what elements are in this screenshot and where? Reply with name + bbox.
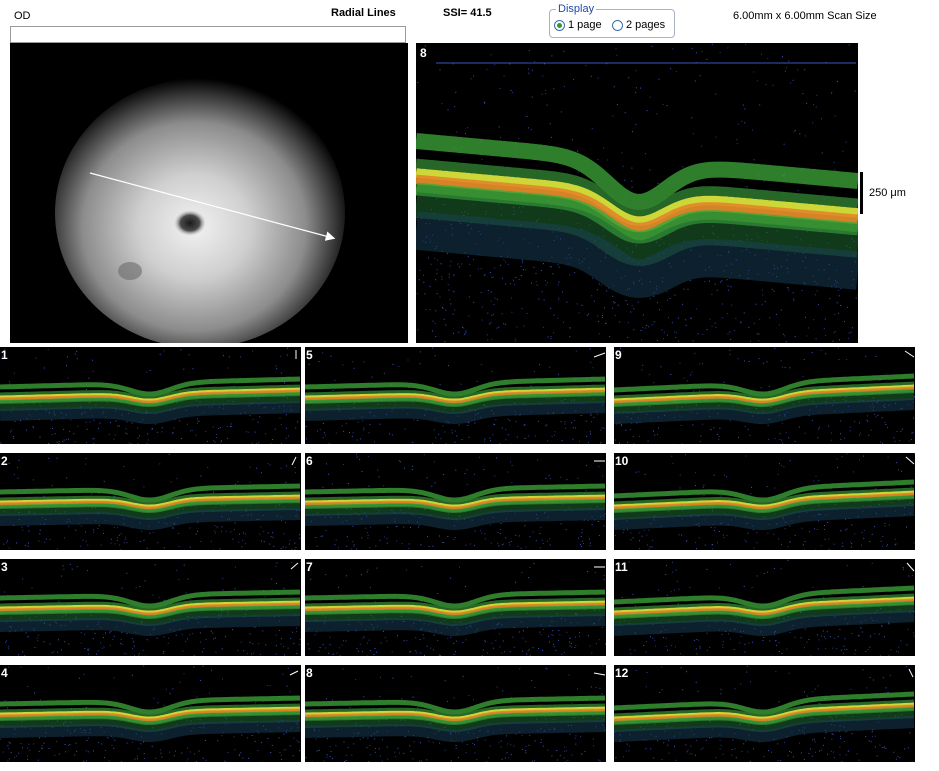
radio-two-pages-label: 2 pages	[626, 19, 666, 31]
signal-strength-label: SSI= 41.5	[443, 7, 492, 19]
main-bscan-label: 8	[420, 46, 427, 60]
thumbnail-label: 1	[1, 348, 8, 362]
bscan-thumbnail[interactable]: 3	[0, 559, 301, 656]
direction-arrow-icon	[905, 456, 915, 465]
scan-type-label: Radial Lines	[331, 7, 396, 19]
thumbnail-label: 12	[615, 666, 629, 680]
radio-selected-icon	[554, 19, 565, 31]
scan-size-label: 6.00mm x 6.00mm Scan Size	[733, 10, 877, 22]
direction-arrow-icon	[593, 352, 606, 358]
bscan-thumbnail[interactable]: 6	[305, 453, 606, 550]
thumbnail-label: 10	[615, 454, 629, 468]
radio-one-page[interactable]: 1 page	[554, 19, 602, 31]
direction-arrow-icon	[906, 562, 915, 572]
scale-bar	[860, 172, 863, 214]
bscan-thumbnail[interactable]: 4	[0, 665, 301, 762]
main-bscan-image[interactable]: 8	[414, 43, 860, 344]
thumbnail-label: 6	[306, 454, 313, 468]
direction-arrow-icon	[290, 562, 299, 570]
thumbnail-label: 4	[1, 666, 8, 680]
bscan-thumbnail[interactable]: 1	[0, 347, 301, 444]
direction-arrow-icon	[289, 670, 299, 676]
thumbnail-label: 11	[615, 560, 628, 574]
fundus-title-bar	[10, 26, 406, 43]
direction-arrow-icon	[908, 668, 914, 678]
thumbnail-label: 8	[306, 666, 313, 680]
fundus-image[interactable]	[10, 43, 408, 348]
thumbnail-label: 2	[1, 454, 8, 468]
thumbnail-label: 7	[306, 560, 313, 574]
bscan-thumbnail[interactable]: 11	[614, 559, 915, 656]
direction-arrow-icon	[291, 456, 297, 466]
bscan-thumbnail[interactable]: 12	[614, 665, 915, 762]
radio-one-page-label: 1 page	[568, 19, 602, 31]
bscan-thumbnail[interactable]: 9	[614, 347, 915, 444]
radio-unselected-icon	[612, 19, 623, 31]
thumbnail-label: 3	[1, 560, 8, 574]
thumbnail-label: 5	[306, 348, 313, 362]
bscan-thumbnail[interactable]: 10	[614, 453, 915, 550]
thumbnail-label: 9	[615, 348, 622, 362]
display-group-legend: Display	[556, 3, 597, 15]
bscan-thumbnail[interactable]: 2	[0, 453, 301, 550]
bscan-thumbnail[interactable]: 7	[305, 559, 606, 656]
scale-bar-label: 250 μm	[869, 187, 906, 199]
direction-arrow-icon	[593, 672, 606, 676]
eye-label: OD	[14, 10, 31, 22]
bscan-thumbnail[interactable]: 8	[305, 665, 606, 762]
display-option-group: Display 1 page 2 pages	[549, 4, 675, 38]
bscan-thumbnail[interactable]: 5	[305, 347, 606, 444]
direction-arrow-icon	[904, 350, 915, 358]
radio-two-pages[interactable]: 2 pages	[612, 19, 665, 31]
